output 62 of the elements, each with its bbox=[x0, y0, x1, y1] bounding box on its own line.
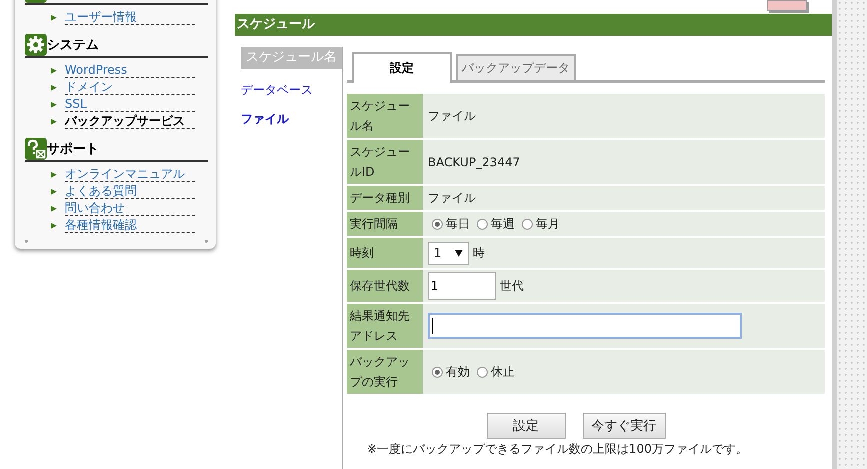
arrow-icon bbox=[51, 14, 57, 20]
sidebar-link[interactable]: 問い合わせ bbox=[65, 201, 195, 216]
sidebar-link[interactable]: よくある質問 bbox=[65, 184, 195, 199]
section-header: スケジュール bbox=[235, 14, 832, 36]
arrow-icon bbox=[51, 68, 57, 74]
corner-dot bbox=[25, 240, 28, 243]
radio-label: 毎月 bbox=[536, 216, 560, 230]
field-label: バックアップの実行 bbox=[347, 349, 423, 395]
note-text: ※一度にバックアップできるファイル数の上限は100万ファイルです。 bbox=[366, 441, 749, 458]
input-field[interactable]: 1 bbox=[428, 272, 496, 300]
field-value: ファイル bbox=[428, 190, 476, 204]
section-heading: システム bbox=[47, 37, 99, 54]
tab[interactable]: 設定 bbox=[352, 52, 452, 83]
sidebar-link[interactable]: オンラインマニュアル bbox=[65, 167, 195, 182]
unit-label: 世代 bbox=[500, 278, 524, 292]
radio-button[interactable] bbox=[477, 366, 488, 378]
text-cursor bbox=[432, 318, 433, 334]
arrow-icon bbox=[51, 84, 57, 90]
arrow-icon bbox=[51, 206, 57, 212]
form-button[interactable]: 今すぐ実行 bbox=[582, 413, 666, 439]
subnav-link[interactable]: ファイル bbox=[241, 111, 342, 128]
arrow-icon bbox=[51, 222, 57, 228]
unit-label: 時 bbox=[473, 246, 485, 260]
sidebar-link[interactable]: SSL bbox=[65, 97, 195, 112]
field-label: データ種別 bbox=[347, 185, 423, 211]
dropdown[interactable]: 1 bbox=[428, 242, 469, 264]
field-label: 保存世代数 bbox=[347, 269, 423, 303]
corner-dot bbox=[205, 240, 208, 243]
radio-label: 有効 bbox=[446, 364, 470, 378]
tab[interactable]: バックアップデータ bbox=[456, 54, 576, 80]
subnav-link[interactable]: データベース bbox=[241, 82, 342, 99]
input-field[interactable] bbox=[428, 313, 742, 339]
column-heading: スケジュール名 bbox=[241, 47, 342, 69]
field-label: スケジュール名 bbox=[347, 94, 423, 139]
field-label: スケジュールID bbox=[347, 139, 423, 185]
sidebar-link[interactable]: ドメイン bbox=[65, 80, 195, 95]
field-value: BACKUP_23447 bbox=[428, 155, 520, 170]
form-button[interactable]: 設定 bbox=[486, 413, 566, 439]
arrow-icon bbox=[51, 188, 57, 194]
radio-label: 毎日 bbox=[446, 216, 470, 230]
sidebar-link[interactable]: WordPress bbox=[65, 63, 195, 78]
field-label: 結果通知先アドレス bbox=[347, 303, 423, 349]
radio-label: 毎週 bbox=[491, 216, 515, 230]
section-heading: サポート bbox=[47, 141, 99, 158]
caret-icon bbox=[455, 250, 463, 256]
arrow-icon bbox=[51, 118, 57, 124]
radio-button[interactable] bbox=[432, 218, 443, 230]
radio-label: 休止 bbox=[491, 364, 515, 378]
arrow-icon bbox=[51, 102, 57, 108]
arrow-icon bbox=[51, 172, 57, 178]
field-label: 実行間隔 bbox=[347, 211, 423, 237]
sidebar-link[interactable]: 各種情報確認 bbox=[65, 218, 195, 233]
radio-button[interactable] bbox=[477, 218, 488, 230]
radio-button[interactable] bbox=[522, 218, 533, 230]
gear-icon bbox=[25, 34, 47, 56]
field-value: ファイル bbox=[428, 108, 476, 122]
radio-button[interactable] bbox=[432, 366, 443, 378]
sidebar-link[interactable]: ユーザー情報 bbox=[65, 10, 195, 25]
help-icon bbox=[25, 138, 47, 160]
field-label: 時刻 bbox=[347, 237, 423, 269]
sidebar-link[interactable]: バックアップサービス bbox=[65, 114, 195, 129]
header-button[interactable] bbox=[767, 0, 807, 11]
